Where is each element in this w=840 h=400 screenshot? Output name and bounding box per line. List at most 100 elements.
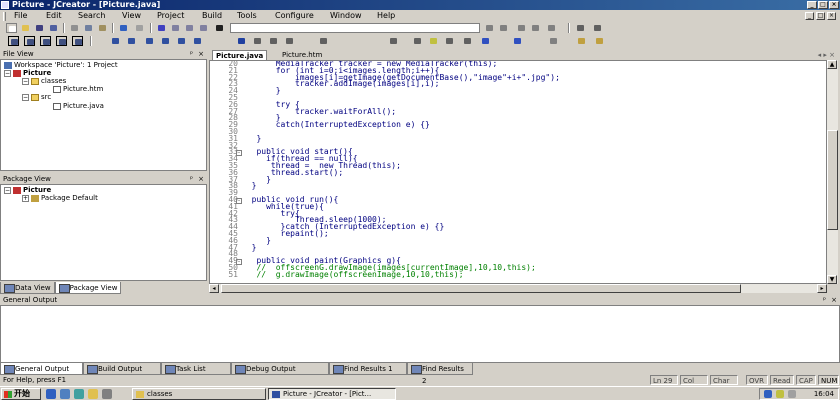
workspace-toggle-icon[interactable] [8,36,19,46]
scroll-thumb[interactable] [827,130,838,230]
scroll-thumb[interactable] [221,284,741,293]
package-tree-project[interactable]: − Picture [4,186,51,194]
tree-folder-classes[interactable]: − classes [22,77,66,85]
find-next-icon[interactable] [170,23,181,33]
scroll-right-arrow[interactable]: ▸ [817,284,827,293]
close-icon[interactable]: × [198,50,204,59]
save-all-icon[interactable] [48,23,59,33]
menu-help[interactable]: Help [377,10,395,22]
menu-window[interactable]: Window [330,10,362,22]
collapse-icon[interactable]: − [22,93,29,101]
package-tree-default[interactable]: + Package Default [22,194,98,202]
desktop-icon[interactable] [102,389,112,399]
output-pane[interactable] [0,305,840,363]
code-line[interactable]: } [242,243,257,252]
execute-icon[interactable] [318,36,329,46]
options-icon[interactable] [548,36,559,46]
code-line[interactable]: } [242,182,257,190]
back-arrow-icon[interactable] [575,23,586,33]
menu-project[interactable]: Project [157,10,184,22]
panel-icon[interactable] [72,36,83,46]
ie-icon[interactable] [46,389,56,399]
find-previous-icon[interactable] [184,23,195,33]
task-jcreator[interactable]: Picture - JCreator - [Pict... [268,388,396,400]
close-button[interactable]: × [829,1,839,9]
task-classes[interactable]: classes [132,388,266,400]
new-file-icon[interactable] [6,23,17,33]
input-method-icon[interactable] [788,390,796,398]
remove-file-icon[interactable] [176,36,187,46]
media-icon[interactable] [74,389,84,399]
menu-file[interactable]: File [14,10,27,22]
indent-icon[interactable] [484,23,495,33]
step-out-icon[interactable] [462,36,473,46]
step-into-icon[interactable] [428,36,439,46]
maximize-button[interactable]: □ [818,1,828,9]
code-line[interactable]: // g.drawImage(offscreenImage,10,10,this… [242,270,463,279]
tab-picture-htm[interactable]: Picture.htm [279,50,325,60]
expand-icon[interactable]: + [22,194,29,202]
new-project-icon[interactable] [110,36,121,46]
pin-icon[interactable]: ᵖ [823,296,826,305]
paste-icon[interactable] [97,23,108,33]
outlook-icon[interactable] [60,389,70,399]
window-layout-icon[interactable] [56,36,67,46]
tree-workspace[interactable]: Workspace 'Picture': 1 Project [4,61,118,69]
open-icon[interactable] [20,23,31,33]
scroll-left-arrow[interactable]: ◂ [209,284,219,293]
forward-arrow-icon[interactable] [592,23,603,33]
menu-grip[interactable] [3,12,6,21]
find-icon[interactable] [156,23,167,33]
cut-icon[interactable] [69,23,80,33]
scroll-up-arrow[interactable]: ▲ [827,60,837,69]
compile-file-icon[interactable] [236,36,247,46]
output-toggle-icon[interactable] [24,36,35,46]
replace-icon[interactable] [198,23,209,33]
collapse-icon[interactable]: − [4,69,11,77]
watch-icon[interactable] [512,36,523,46]
context-help-icon[interactable] [594,36,605,46]
add-file-icon[interactable] [160,36,171,46]
explorer-icon[interactable] [88,389,98,399]
save-icon[interactable] [34,23,45,33]
toggle-bookmark-icon[interactable] [546,23,557,33]
tree-project[interactable]: − Picture [4,69,51,77]
start-button[interactable]: 开始 [1,388,41,400]
build-project-icon[interactable] [252,36,263,46]
step-over-icon[interactable] [444,36,455,46]
pin-icon[interactable]: ᵖ [190,50,193,59]
menu-tools[interactable]: Tools [237,10,257,22]
menu-view[interactable]: View [122,10,141,22]
close-icon[interactable]: × [831,296,837,305]
help-index-icon[interactable] [576,36,587,46]
mdi-close-button[interactable]: × [827,12,836,20]
menu-configure[interactable]: Configure [275,10,314,22]
find-in-files-icon[interactable] [214,23,225,33]
tab-data-view[interactable]: Data View [0,282,55,294]
editor-horizontal-scrollbar[interactable]: ◂ ▸ [209,284,827,293]
tree-folder-src[interactable]: − src [22,93,51,101]
unindent-icon[interactable] [498,23,509,33]
code-line[interactable]: catch(InterruptedException e) {} [242,121,430,129]
project-settings-icon[interactable] [144,36,155,46]
collapse-icon[interactable]: − [22,77,29,85]
code-line[interactable]: } [242,134,261,143]
volume-icon[interactable] [776,390,784,398]
editor-tab-nav[interactable]: ◂ ▸ × [818,50,835,60]
tree-file-java[interactable]: Picture.java [53,102,104,110]
open-workspace-icon[interactable] [126,36,137,46]
app-icon[interactable] [1,1,9,9]
class-wizard-icon[interactable] [192,36,203,46]
redo-icon[interactable] [134,23,145,33]
debug-icon[interactable] [388,36,399,46]
mdi-minimize-button[interactable]: _ [805,12,814,20]
code-editor[interactable]: 20 MediaTracker tracker = new MediaTrack… [209,60,827,284]
scroll-down-arrow[interactable]: ▼ [827,275,837,284]
collapse-icon[interactable]: − [4,186,11,194]
run-to-cursor-icon[interactable] [480,36,491,46]
menu-edit[interactable]: Edit [46,10,62,22]
tab-picture-java[interactable]: Picture.java [212,50,268,60]
tree-file-htm[interactable]: Picture.htm [53,85,103,93]
fullscreen-icon[interactable] [40,36,51,46]
editor-vertical-scrollbar[interactable]: ▲ ▼ [827,60,838,284]
